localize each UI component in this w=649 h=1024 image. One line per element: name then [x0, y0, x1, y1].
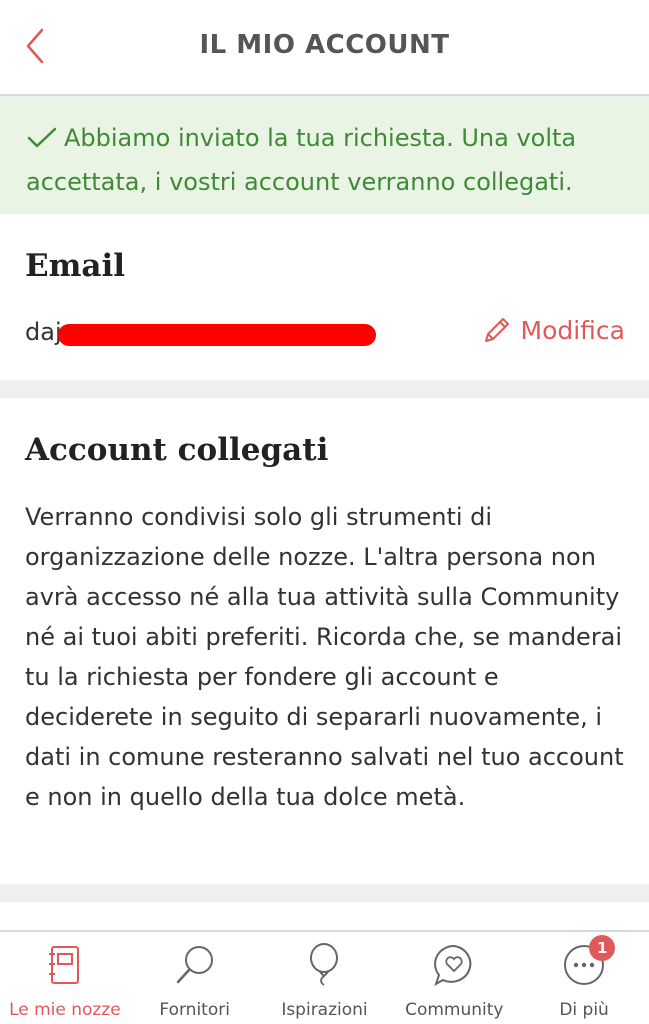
tab-le-mie-nozze[interactable]: Le mie nozze	[0, 932, 130, 1024]
redaction-mark	[58, 324, 376, 346]
email-title: Email	[25, 248, 126, 284]
tab-di-piu[interactable]: Di più 1	[519, 932, 649, 1024]
notice-text: Abbiamo inviato la tua richiesta. Una vo…	[26, 124, 577, 196]
balloon-icon	[301, 942, 347, 988]
bottom-tab-bar: Le mie nozze Fornitori Ispirazioni Commu…	[0, 930, 649, 1024]
tab-label: Community	[405, 1000, 504, 1020]
check-icon	[26, 122, 58, 162]
linked-accounts-title: Account collegati	[25, 432, 329, 468]
edit-label: Modifica	[520, 315, 626, 345]
linked-accounts-card: Account collegati Verranno condivisi sol…	[0, 398, 649, 884]
search-icon	[172, 942, 218, 988]
email-value: daj	[25, 318, 62, 346]
notification-badge: 1	[589, 935, 616, 961]
next-card-edge	[0, 902, 649, 932]
success-notice: Abbiamo inviato la tua richiesta. Una vo…	[0, 98, 649, 214]
tab-label: Fornitori	[159, 1000, 230, 1020]
tab-ispirazioni[interactable]: Ispirazioni	[260, 932, 390, 1024]
tab-label: Le mie nozze	[9, 1000, 121, 1020]
notebook-icon	[42, 942, 88, 988]
email-card: Email daj Modifica	[0, 214, 649, 380]
tab-community[interactable]: Community	[389, 932, 519, 1024]
tab-label: Ispirazioni	[281, 1000, 368, 1020]
app-header: IL MIO ACCOUNT	[0, 0, 649, 96]
linked-accounts-description: Verranno condivisi solo gli strumenti di…	[25, 503, 624, 811]
pencil-icon	[484, 318, 509, 342]
page-title: IL MIO ACCOUNT	[199, 30, 450, 60]
tab-fornitori[interactable]: Fornitori	[130, 932, 260, 1024]
edit-email-button[interactable]: Modifica	[481, 314, 626, 346]
tab-label: Di più	[559, 1000, 609, 1020]
chat-heart-icon	[431, 942, 477, 988]
